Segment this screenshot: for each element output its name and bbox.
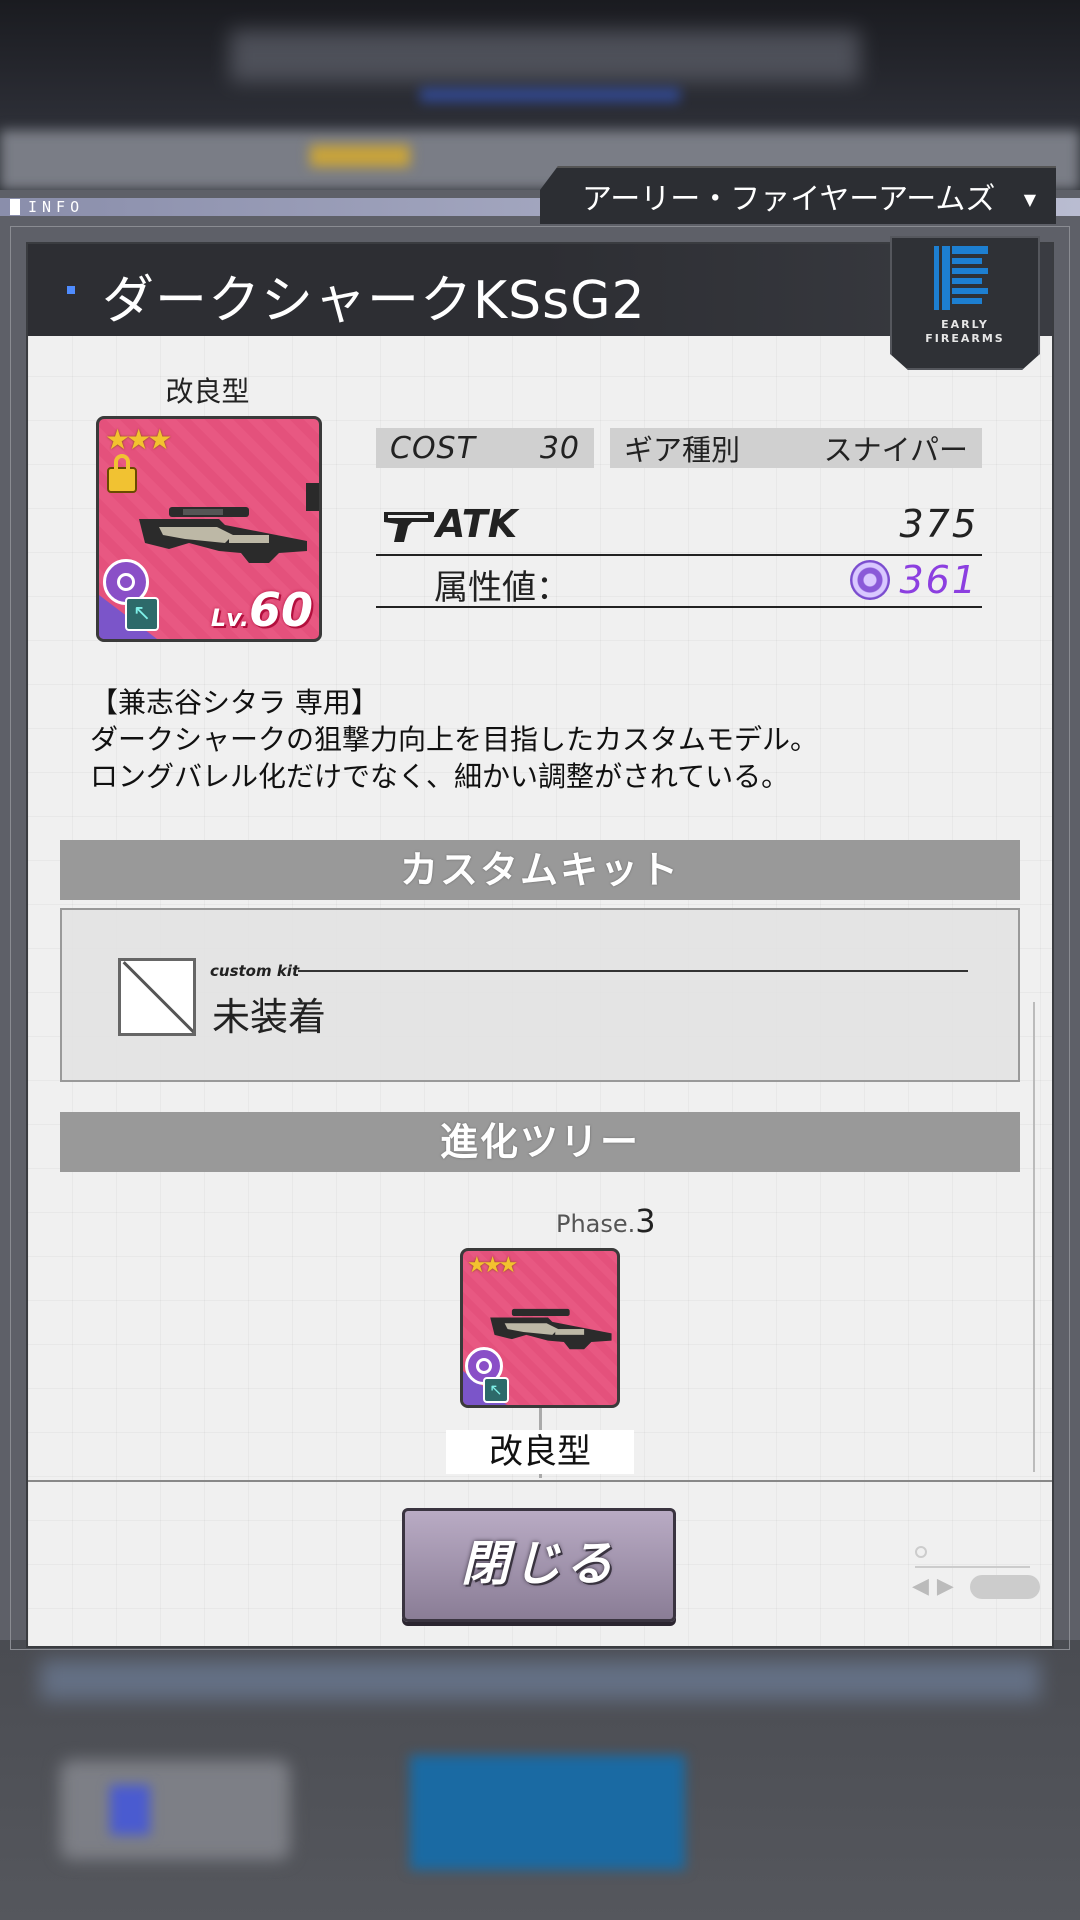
attribute-element-icon [850,560,890,600]
background-blue-button [410,1755,685,1870]
sniper-rifle-icon [139,507,307,563]
background-chevron-icon [110,1785,150,1835]
description-line: 【兼志谷シタラ 専用】 [90,686,379,719]
info-square-icon [10,199,20,215]
next-arrow-icon: ▶ [936,1574,954,1599]
phase-label: Phase.3 [556,1202,656,1240]
cursor-icon: ↖ [483,1377,509,1403]
evolution-node-card[interactable]: ★★★ ↖ [460,1248,620,1408]
custom-kit-slot[interactable]: custom kit 未装着 [60,908,1020,1082]
custom-kit-small-label: custom kit [210,962,300,980]
gear-type-label: ギア種別 [624,433,741,467]
cost-value: 30 [539,430,580,466]
evolution-tree-header: 進化ツリー [60,1112,1020,1172]
attribute-value: 361 [899,558,978,602]
cost-box: COST 30 [376,428,594,468]
empty-slot-icon [118,958,196,1036]
weapon-level: Lv.60 [210,583,313,637]
gear-type-value: スナイパー [823,433,968,467]
atk-value: 375 [899,502,978,546]
attribute-row: 属性値： 361 [376,554,982,608]
weapon-name: ダークシャークKSsG2 [102,271,646,331]
maker-dropdown-label: アーリー・ファイヤーアームズ [582,182,996,217]
background-underline-blur [420,88,680,102]
description-line: ロングバレル化だけでなく、細かい調整がされている。 [90,760,790,793]
cost-label: COST [390,430,476,466]
gear-type-box: ギア種別 スナイパー [610,428,982,468]
custom-kit-header: カスタムキット [60,840,1020,900]
maker-dropdown[interactable]: アーリー・ファイヤーアームズ ▼ [540,166,1056,224]
info-label: INFO [10,196,84,218]
pager-pill [969,1574,1040,1599]
scroll-track[interactable] [1033,1002,1035,1472]
search-icon [915,1544,1030,1568]
dropdown-caret-icon: ▼ [1023,190,1036,209]
background-tabs-blur [40,1660,1040,1700]
weapon-variant-label: 改良型 [165,375,250,408]
pistol-icon [384,512,434,542]
background-title-blur [230,30,860,82]
atk-row: ATK 375 [376,498,982,556]
prev-arrow-icon: ◀ [912,1574,929,1599]
custom-kit-status: 未装着 [212,995,327,1039]
maker-logo-text: EARLY FIREARMS [925,318,1005,345]
weapon-description: 【兼志谷シタラ 専用】 ダークシャークの狙撃力向上を目指したカスタムモデル。 ロ… [90,684,990,795]
title-dot-icon [67,286,75,294]
atk-label: ATK [436,502,518,546]
background-back-button [60,1760,290,1860]
custom-kit-divider [298,970,968,972]
sniper-rifle-icon [490,1308,612,1350]
attribute-label: 属性値： [434,568,570,608]
weapon-card[interactable]: ★★★ ↖ Lv.60 [96,416,322,642]
description-line: ダークシャークの狙撃力向上を目指したカスタムモデル。 [90,723,819,756]
cursor-icon: ↖ [125,597,159,631]
evolution-node-label: 改良型 [446,1430,634,1474]
close-button[interactable]: 閉じる [402,1508,676,1622]
background-toolbar-accent [310,145,410,167]
pager: ◀ ▶ [912,1574,1040,1599]
rarity-stars: ★★★ [105,423,172,456]
bottom-divider [28,1480,1052,1482]
rarity-stars: ★★★ [467,1253,518,1278]
early-firearms-logo-icon: EARLY FIREARMS [890,236,1040,370]
